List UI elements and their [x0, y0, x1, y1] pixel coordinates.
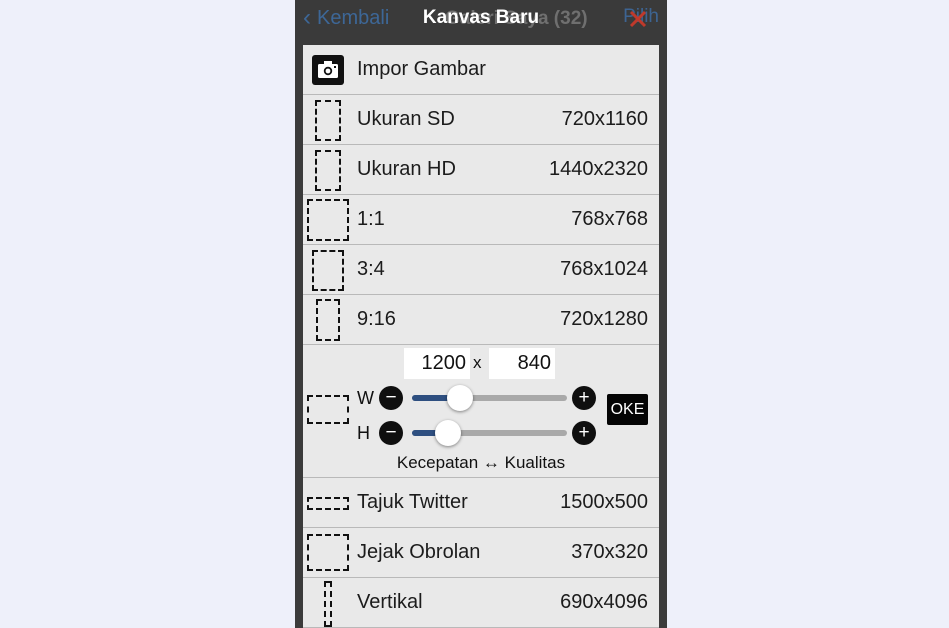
width-input[interactable]: 1200 — [404, 348, 470, 379]
new-canvas-dialog: Impor Gambar Ukuran SD 720x1160 Ukuran H… — [303, 45, 659, 628]
square-frame-icon — [307, 534, 349, 571]
preset-item-chat-trace[interactable]: Jejak Obrolan 370x320 — [303, 528, 659, 578]
preset-item-twitter-header[interactable]: Tajuk Twitter 1500x500 — [303, 478, 659, 528]
wide-frame-icon — [307, 497, 349, 510]
width-plus-button[interactable]: + — [572, 386, 596, 410]
import-image-label: Impor Gambar — [357, 58, 486, 80]
preset-item-vertical[interactable]: Vertikal 690x4096 — [303, 578, 659, 628]
preset-size: 720x1160 — [561, 108, 648, 130]
portrait-frame-icon — [315, 150, 341, 191]
import-image-item[interactable]: Impor Gambar — [303, 45, 659, 95]
top-bar: ‹ Kembali Galeri Saya (32) Kanvas Baru P… — [295, 0, 667, 40]
preset-size: 768x1024 — [560, 258, 648, 280]
preset-size: 690x4096 — [560, 591, 648, 613]
preset-label: Vertikal — [357, 591, 423, 613]
preset-label: Tajuk Twitter — [357, 491, 468, 513]
height-minus-button[interactable]: − — [379, 421, 403, 445]
speed-quality-label: Kecepatan ↔ Kualitas — [396, 453, 566, 472]
ok-button[interactable]: OKE — [607, 394, 648, 425]
preset-label: Ukuran SD — [357, 108, 455, 130]
preset-label: Jejak Obrolan — [357, 541, 481, 563]
width-slider[interactable] — [412, 395, 567, 401]
preset-item-3-4[interactable]: 3:4 768x1024 — [303, 245, 659, 295]
width-slider-handle[interactable] — [447, 385, 473, 411]
square-frame-icon — [307, 199, 349, 241]
landscape-frame-icon — [307, 395, 349, 424]
preset-label: 9:16 — [357, 308, 396, 330]
height-slider-handle[interactable] — [435, 420, 461, 446]
width-label: W — [357, 388, 374, 408]
camera-icon — [312, 55, 344, 85]
preset-label: 1:1 — [357, 208, 385, 230]
preset-size: 1500x500 — [560, 491, 648, 513]
close-icon[interactable] — [627, 8, 649, 30]
app-screen: ‹ Kembali Galeri Saya (32) Kanvas Baru P… — [295, 0, 667, 628]
dimension-separator: x — [473, 353, 482, 372]
preset-item-hd[interactable]: Ukuran HD 1440x2320 — [303, 145, 659, 195]
width-minus-button[interactable]: − — [379, 386, 403, 410]
portrait-frame-icon — [315, 100, 341, 141]
preset-label: 3:4 — [357, 258, 385, 280]
custom-size-panel: 1200 x 840 W − + H − + OKE Kecepatan ↔ K… — [303, 343, 659, 478]
vertical-strip-frame-icon — [324, 581, 332, 627]
height-input[interactable]: 840 — [489, 348, 555, 379]
preset-item-1-1[interactable]: 1:1 768x768 — [303, 195, 659, 245]
page-title: Kanvas Baru — [422, 7, 540, 28]
height-plus-button[interactable]: + — [572, 421, 596, 445]
preset-item-9-16[interactable]: 9:16 720x1280 — [303, 295, 659, 345]
preset-size: 1440x2320 — [549, 158, 648, 180]
height-label: H — [357, 423, 370, 443]
preset-item-sd[interactable]: Ukuran SD 720x1160 — [303, 95, 659, 145]
portrait-frame-icon — [312, 250, 344, 291]
preset-size: 768x768 — [571, 208, 648, 230]
tall-frame-icon — [316, 299, 340, 341]
preset-size: 370x320 — [571, 541, 648, 563]
preset-size: 720x1280 — [560, 308, 648, 330]
preset-label: Ukuran HD — [357, 158, 456, 180]
